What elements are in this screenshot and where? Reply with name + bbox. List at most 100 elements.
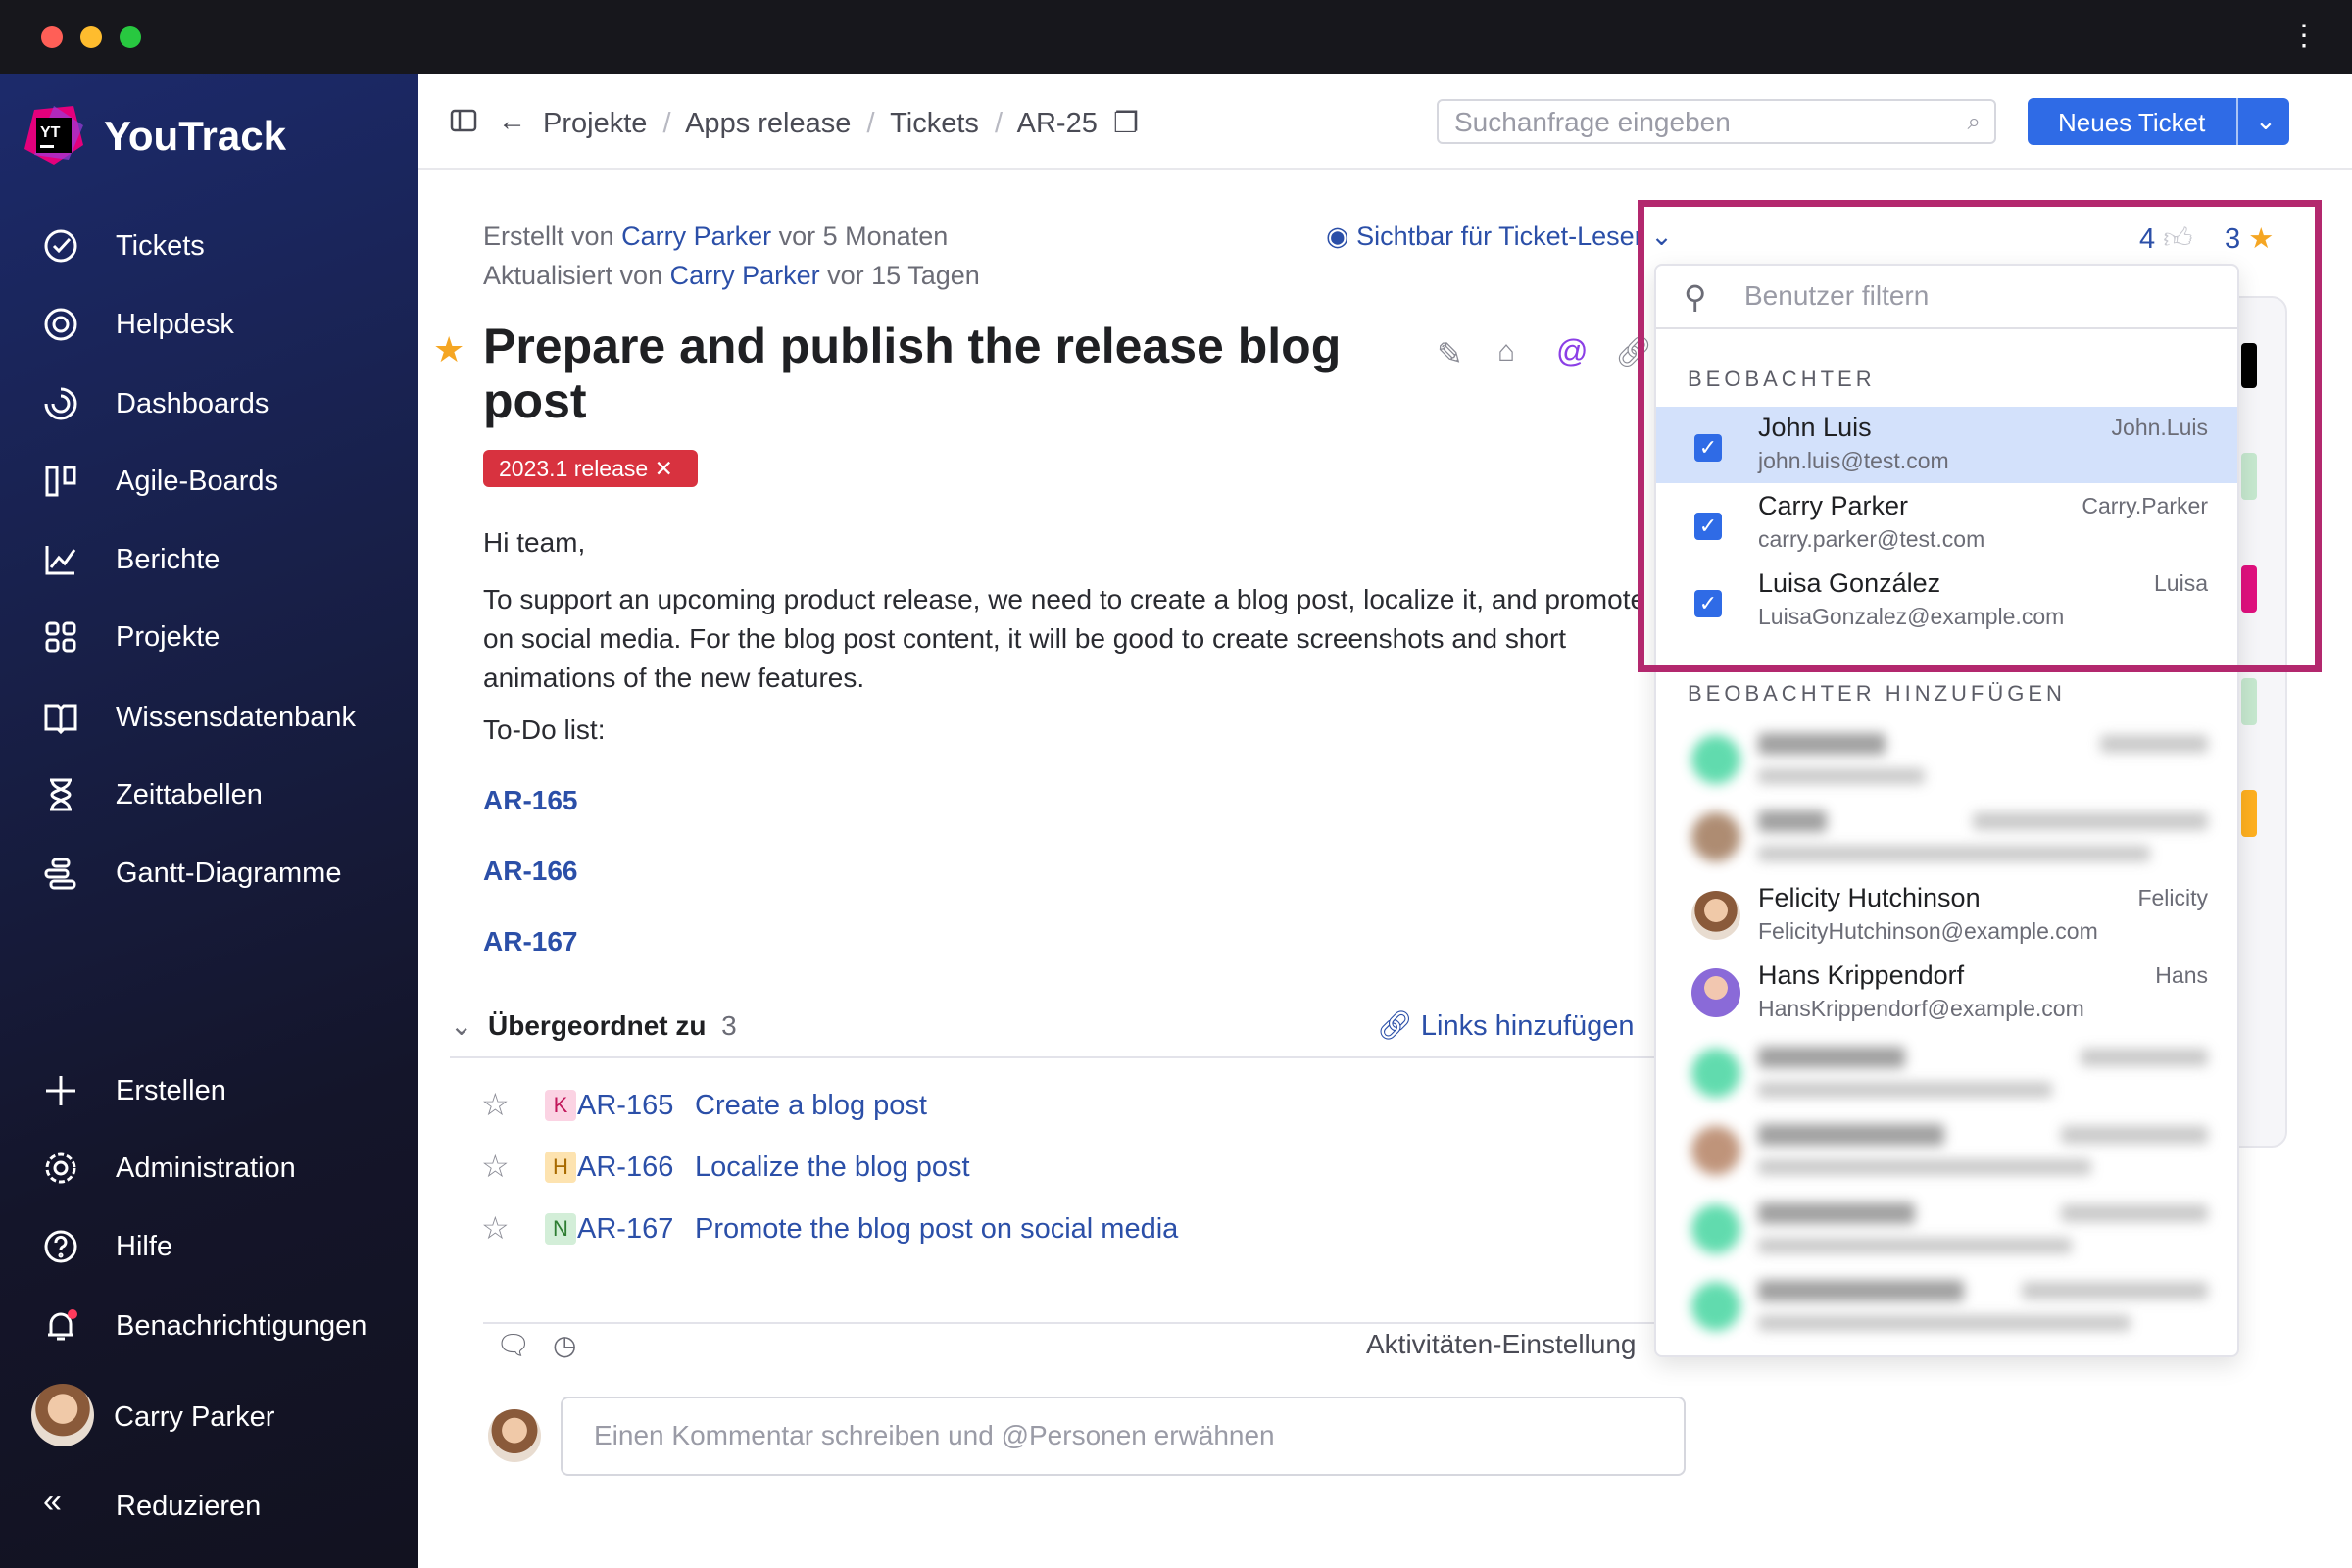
breadcrumb-apps-release[interactable]: Apps release [685, 108, 851, 139]
sidebar-item-hilfe[interactable]: Hilfe [0, 1217, 418, 1276]
updated-info: Aktualisiert von Carry Parker vor 15 Tag… [483, 261, 980, 291]
bell-icon [43, 1308, 78, 1344]
meta-text: Aktualisiert von [483, 261, 663, 290]
hourglass-icon [43, 777, 78, 812]
creator-link[interactable]: Carry Parker [621, 221, 771, 251]
sidebar-item-wissensdatenbank[interactable]: Wissensdatenbank [0, 688, 418, 747]
help-icon [43, 1229, 78, 1264]
sidebar-item-administration[interactable]: Administration [0, 1139, 418, 1198]
app-name: YouTrack [104, 113, 286, 159]
candidate-row-blurred[interactable] [1656, 799, 2237, 875]
links-section-toggle[interactable]: ⌄ Übergeordnet zu 3 [450, 1009, 737, 1042]
gear-icon [43, 1151, 78, 1186]
breadcrumb-projekte[interactable]: Projekte [543, 108, 647, 139]
comment-input[interactable]: Einen Kommentar schreiben und @Personen … [561, 1396, 1686, 1476]
star-outline-icon[interactable]: ☆ [481, 1148, 510, 1185]
sidebar-item-benachrichtigungen[interactable]: Benachrichtigungen [0, 1297, 418, 1355]
sidebar-item-agile-boards[interactable]: Agile-Boards [0, 452, 418, 511]
lifebuoy-icon [43, 307, 78, 342]
breadcrumb: Projekte / Apps release / Tickets / AR-2… [543, 106, 1139, 140]
minimize-window-button[interactable] [80, 26, 102, 48]
subtask-title[interactable]: Create a blog post [695, 1090, 927, 1122]
meta-text: Sichtbar für Ticket-Leser [1356, 221, 1643, 251]
gantt-icon [43, 856, 78, 891]
breadcrumb-separator: / [858, 108, 883, 139]
window-titlebar: ⋮ [0, 0, 2352, 74]
candidate-row[interactable]: Hans Krippendorf HansKrippendorf@example.… [1656, 955, 2237, 1031]
add-links-button[interactable]: 🔗︎ Links hinzufügen [1377, 1009, 1635, 1043]
sidebar-item-tickets[interactable]: Tickets [0, 217, 418, 275]
chevron-down-icon[interactable]: ⌄ [2255, 106, 2277, 136]
divider [450, 1056, 1655, 1058]
subtask-row[interactable]: ☆ N AR-167 Promote the blog post on social … [450, 1207, 1655, 1256]
sidebar-item-zeittabellen[interactable]: Zeittabellen [0, 765, 418, 824]
add-watchers-header: BEOBACHTER HINZUFÜGEN [1688, 681, 2066, 706]
candidate-row-blurred[interactable] [1656, 1268, 2237, 1345]
subtask-row[interactable]: ☆ K AR-165 Create a blog post [450, 1084, 1655, 1133]
sidebar-item-dashboards[interactable]: Dashboards [0, 374, 418, 433]
todo-link[interactable]: AR-165 [483, 785, 577, 816]
visibility-dropdown[interactable]: ◉ Sichtbar für Ticket-Leser ⌄ [1326, 221, 1673, 252]
svg-text:YT: YT [40, 124, 61, 141]
link-icon: 🔗︎ [1377, 1010, 1413, 1042]
user-avatar [1691, 968, 1740, 1017]
chevrons-left-icon: « [43, 1483, 62, 1520]
maximize-window-button[interactable] [120, 26, 141, 48]
sidebar-collapse[interactable]: «Reduzieren [0, 1477, 418, 1536]
check-circle-icon [43, 228, 78, 264]
candidate-row-blurred[interactable] [1656, 1191, 2237, 1267]
book-icon [43, 700, 78, 735]
priority-badge: N [545, 1213, 576, 1245]
todo-link[interactable]: AR-166 [483, 856, 577, 887]
sidebar-item-erstellen[interactable]: Erstellen [0, 1061, 418, 1120]
search-input[interactable]: Suchanfrage eingeben ⌕ [1437, 99, 1996, 144]
activity-settings-button[interactable]: Aktivitäten-Einstellung [1366, 1329, 1636, 1360]
candidate-row-blurred[interactable] [1656, 721, 2237, 798]
meta-text: vor 15 Tagen [827, 261, 980, 290]
new-ticket-button[interactable]: Neues Ticket ⌄ [2028, 98, 2289, 145]
breadcrumb-tickets[interactable]: Tickets [890, 108, 979, 139]
clock-icon[interactable]: ◷ [553, 1329, 576, 1361]
user-login: Felicity [2137, 885, 2208, 910]
issue-tag[interactable]: 2023.1 release ✕ [483, 450, 698, 487]
meta-text: Erstellt von [483, 221, 614, 251]
sidebar-item-projekte[interactable]: Projekte [0, 608, 418, 666]
comment-icon[interactable]: 🗨︎ [496, 1329, 531, 1361]
subtask-id[interactable]: AR-165 [577, 1090, 673, 1122]
star-outline-icon[interactable]: ☆ [481, 1209, 510, 1247]
sidebar-item-helpdesk[interactable]: Helpdesk [0, 295, 418, 354]
ai-spiral-icon[interactable]: @ [1556, 333, 1588, 369]
subtask-row[interactable]: ☆ H AR-166 Localize the blog post [450, 1146, 1655, 1195]
subtask-id[interactable]: AR-167 [577, 1213, 673, 1246]
subtask-id[interactable]: AR-166 [577, 1152, 673, 1184]
user-email: FelicityHutchinson@example.com [1758, 918, 2098, 944]
candidate-row-blurred[interactable] [1656, 1035, 2237, 1111]
breadcrumb-issue-id[interactable]: AR-25 [1017, 108, 1098, 139]
copy-icon[interactable]: ❐ [1105, 108, 1139, 139]
back-arrow-icon[interactable]: ← [498, 106, 526, 138]
candidate-row-blurred[interactable] [1656, 1112, 2237, 1189]
youtrack-logo[interactable]: YT [24, 106, 83, 165]
user-avatar [31, 1384, 94, 1446]
chart-icon [43, 542, 78, 577]
subtask-title[interactable]: Localize the blog post [695, 1152, 970, 1184]
subtask-title[interactable]: Promote the blog post on social media [695, 1213, 1178, 1246]
star-outline-icon[interactable]: ☆ [481, 1086, 510, 1123]
tag-icon[interactable]: ⌂ [1497, 335, 1515, 368]
star-icon[interactable]: ★ [433, 329, 465, 370]
remove-tag-icon[interactable]: ✕ [655, 456, 673, 481]
edit-icon[interactable]: ✎ [1437, 335, 1463, 372]
priority-badge: H [545, 1152, 576, 1183]
breadcrumb-separator: / [987, 108, 1011, 139]
user-name: Felicity Hutchinson [1758, 883, 1981, 912]
close-window-button[interactable] [41, 26, 63, 48]
toggle-panel-icon[interactable] [450, 109, 477, 132]
sidebar-user[interactable]: Carry Parker [0, 1384, 418, 1448]
updater-link[interactable]: Carry Parker [670, 261, 820, 290]
sidebar-item-gantt[interactable]: Gantt-Diagramme [0, 844, 418, 903]
more-icon[interactable]: ⋮ [2289, 22, 2319, 51]
user-name: Hans Krippendorf [1758, 960, 1965, 990]
candidate-row[interactable]: Felicity Hutchinson FelicityHutchinson@ex… [1656, 877, 2237, 954]
todo-link[interactable]: AR-167 [483, 926, 577, 957]
sidebar-item-berichte[interactable]: Berichte [0, 530, 418, 589]
